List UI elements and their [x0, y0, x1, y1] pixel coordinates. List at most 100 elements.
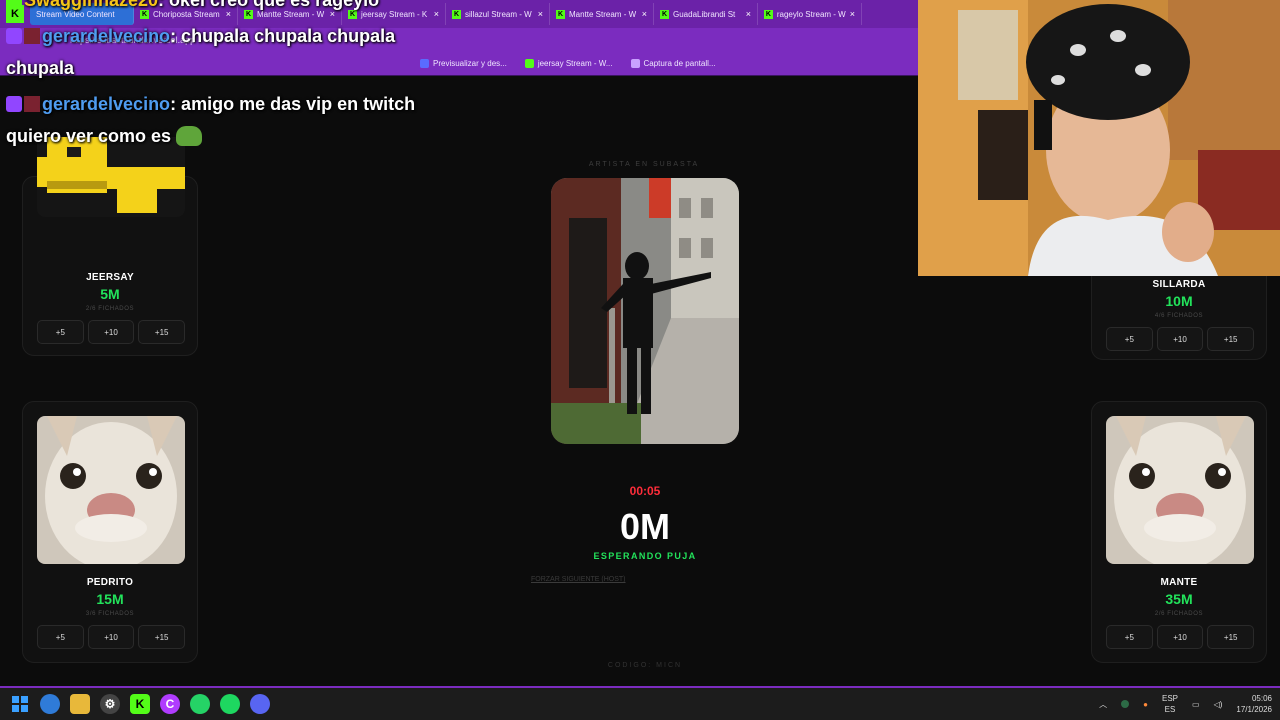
bid-buttons: +5 +10 +15	[37, 625, 186, 649]
signed-count: 2/6 FICHADOS	[1154, 611, 1204, 617]
chat-username: gerardelvecino	[42, 94, 171, 114]
tab-rageylo[interactable]: Krageylo Stream - W ×	[758, 3, 862, 25]
artist-card-jeersay: JEERSAY 5M 2/6 FICHADOS +5 +10 +15	[22, 137, 198, 356]
system-tray: ︿ ● ESP ES ▭ ◁) 05:06 17/1/2026	[1099, 688, 1272, 720]
tab-label: sillazul Stream - W	[465, 9, 532, 19]
current-bid: 0M	[619, 506, 670, 547]
close-tab-icon[interactable]: ×	[850, 9, 855, 19]
keyboard-layout: ES	[1164, 705, 1176, 714]
bid-plus-5-button[interactable]: +5	[1106, 625, 1153, 649]
windows-taskbar: ⚙ K C ︿ ● ESP ES ▭ ◁) 05:06 17/1/2026	[0, 688, 1280, 720]
artist-photo	[37, 416, 185, 564]
close-tab-icon[interactable]: ×	[642, 9, 647, 19]
file-explorer-icon[interactable]	[70, 694, 90, 714]
tab-label: Mantte Stream - W	[569, 9, 637, 19]
bid-plus-5-button[interactable]: +5	[37, 625, 84, 649]
tab-label: GuadaLibrandi St	[673, 9, 736, 19]
kick-icon	[524, 59, 534, 68]
settings-gear-icon[interactable]: ⚙	[100, 694, 120, 714]
bid-plus-5-button[interactable]: +5	[37, 320, 84, 344]
kick-icon: K	[452, 9, 461, 19]
artist-name: MANTE	[1160, 577, 1198, 588]
x-badge-icon	[24, 28, 40, 44]
bid-plus-15-button[interactable]: +15	[1207, 625, 1255, 649]
bid-plus-15-button[interactable]: +15	[138, 320, 186, 344]
chat-message: gerardelvecino: chupala chupala chupala …	[6, 20, 446, 84]
microphone-icon[interactable]: ●	[1143, 700, 1148, 709]
tab-guadalibrandi[interactable]: K GuadaLibrandi St ×	[654, 3, 758, 25]
artist-name: JEERSAY	[86, 272, 134, 283]
bid-plus-5-button[interactable]: +5	[1106, 327, 1153, 351]
webcam-overlay	[918, 0, 1280, 276]
bid-plus-10-button[interactable]: +10	[87, 320, 135, 344]
bid-plus-10-button[interactable]: +10	[87, 625, 135, 649]
chevron-up-icon[interactable]: ︿	[1099, 699, 1107, 710]
auction-status: ESPERANDO PUJA	[593, 551, 697, 561]
auction-page-right: SILLARDA 10M 4/6 FICHADOS +5 +10 +15 MAN…	[918, 100, 1280, 686]
bookmark-label: jeersay Stream - W...	[537, 59, 613, 68]
chat-message: Swagginhaze20: okei creo que es rageylo	[6, 0, 446, 16]
canva-app-icon[interactable]: C	[160, 694, 180, 714]
artist-amount: 10M	[1165, 293, 1193, 309]
chat-username: Swagginhaze20	[24, 0, 159, 10]
kick-app-icon[interactable]: K	[130, 694, 150, 714]
twitch-badge-icon	[6, 96, 22, 112]
bid-buttons: +5 +10 +15	[37, 320, 186, 344]
bookmark-jeersay[interactable]: jeersay Stream - W...	[524, 59, 613, 68]
language-indicator[interactable]: ESP ES	[1162, 693, 1178, 715]
bid-buttons: +5 +10 +15	[1106, 327, 1255, 351]
language-code: ESP	[1162, 694, 1179, 703]
whatsapp-icon[interactable]	[190, 694, 210, 714]
windows-start-icon[interactable]	[10, 694, 30, 714]
tab-label: rageylo Stream - W	[776, 9, 846, 19]
chat-username: gerardelvecino	[42, 26, 171, 46]
kick-icon: K	[764, 9, 773, 19]
signed-count: 4/6 FICHADOS	[1154, 313, 1204, 319]
webcam-image	[918, 0, 1280, 276]
kick-icon: K	[660, 9, 669, 19]
spotify-icon[interactable]	[220, 694, 240, 714]
network-icon[interactable]: ▭	[1192, 700, 1200, 709]
bid-buttons: +5 +10 +15	[1106, 625, 1255, 649]
signed-count: 3/6 FICHADOS	[85, 611, 135, 617]
artist-card-mante: MANTE 35M 2/6 FICHADOS +5 +10 +15	[1091, 401, 1267, 663]
bid-plus-15-button[interactable]: +15	[1207, 327, 1255, 351]
tab-mantte-2[interactable]: K Mantte Stream - W ×	[550, 3, 654, 25]
artist-amount: 35M	[1165, 591, 1193, 607]
room-code: CODIGO: MICN	[607, 662, 683, 669]
close-tab-icon[interactable]: ×	[538, 9, 543, 19]
volume-icon[interactable]: ◁)	[1214, 700, 1223, 709]
force-next-link[interactable]: FORZAR SIGUIENTE (HOST)	[531, 576, 626, 583]
auction-header: ARTISTA EN SUBASTA	[588, 161, 700, 168]
cat-photo-image	[37, 416, 185, 564]
x-badge-icon	[24, 96, 40, 112]
bookmark-captura[interactable]: Captura de pantall...	[630, 59, 716, 68]
artist-photo	[1106, 416, 1254, 564]
chat-text: : okei creo que es rageylo	[158, 0, 380, 10]
street-photo-image	[551, 178, 739, 444]
system-clock[interactable]: 05:06 17/1/2026	[1236, 693, 1272, 715]
edge-browser-icon[interactable]	[40, 694, 60, 714]
clock-time: 05:06	[1251, 694, 1272, 703]
artist-name: PEDRITO	[86, 577, 134, 588]
twitch-badge-icon	[6, 28, 22, 44]
countdown-timer: 00:05	[629, 484, 661, 498]
chat-overlay: Swagginhaze20: okei creo que es rageylo …	[6, 0, 446, 152]
artist-card-pedrito: PEDRITO 15M 3/6 FICHADOS +5 +10 +15	[22, 401, 198, 663]
kick-icon: K	[556, 9, 565, 19]
tab-sillazul[interactable]: Ksillazul Stream - W ×	[446, 3, 550, 25]
signed-count: 2/6 FICHADOS	[85, 306, 135, 312]
auction-page: JEERSAY 5M 2/6 FICHADOS +5 +10 +15 PEDRI…	[0, 76, 918, 686]
close-tab-icon[interactable]: ×	[746, 9, 751, 19]
pepe-emote-icon	[176, 126, 203, 146]
bid-plus-15-button[interactable]: +15	[138, 625, 186, 649]
bookmark-icon	[630, 59, 640, 68]
bid-plus-10-button[interactable]: +10	[1156, 327, 1204, 351]
artist-name: SILLARDA	[1152, 279, 1206, 290]
bid-plus-10-button[interactable]: +10	[1156, 625, 1204, 649]
chat-message: gerardelvecino: amigo me das vip en twit…	[6, 88, 446, 152]
discord-icon[interactable]	[250, 694, 270, 714]
cat-photo-image	[1106, 416, 1254, 564]
tray-app-icon[interactable]	[1121, 700, 1130, 708]
current-artist-photo	[551, 178, 739, 444]
